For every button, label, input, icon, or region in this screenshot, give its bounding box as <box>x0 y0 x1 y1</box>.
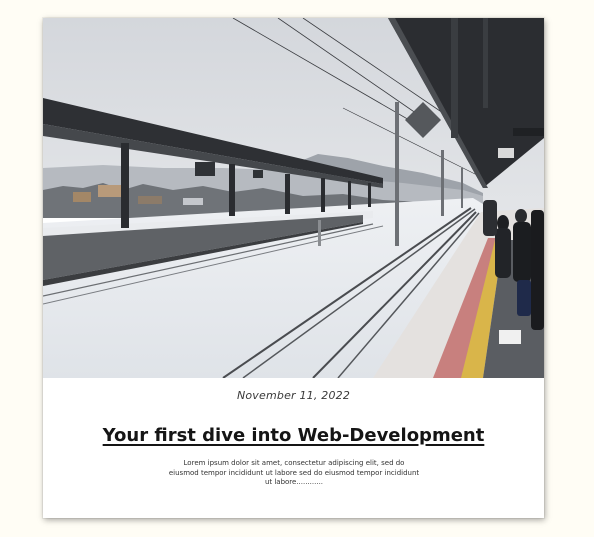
post-excerpt: Lorem ipsum dolor sit amet, consectetur … <box>168 459 420 486</box>
post-date: November 11, 2022 <box>236 389 351 402</box>
snowy-station-photo <box>43 18 544 378</box>
blog-post-card[interactable]: November 11, 2022 Your first dive into W… <box>43 18 544 518</box>
post-title-link[interactable]: Your first dive into Web-Development <box>43 425 544 446</box>
post-cover-image[interactable] <box>43 18 544 378</box>
